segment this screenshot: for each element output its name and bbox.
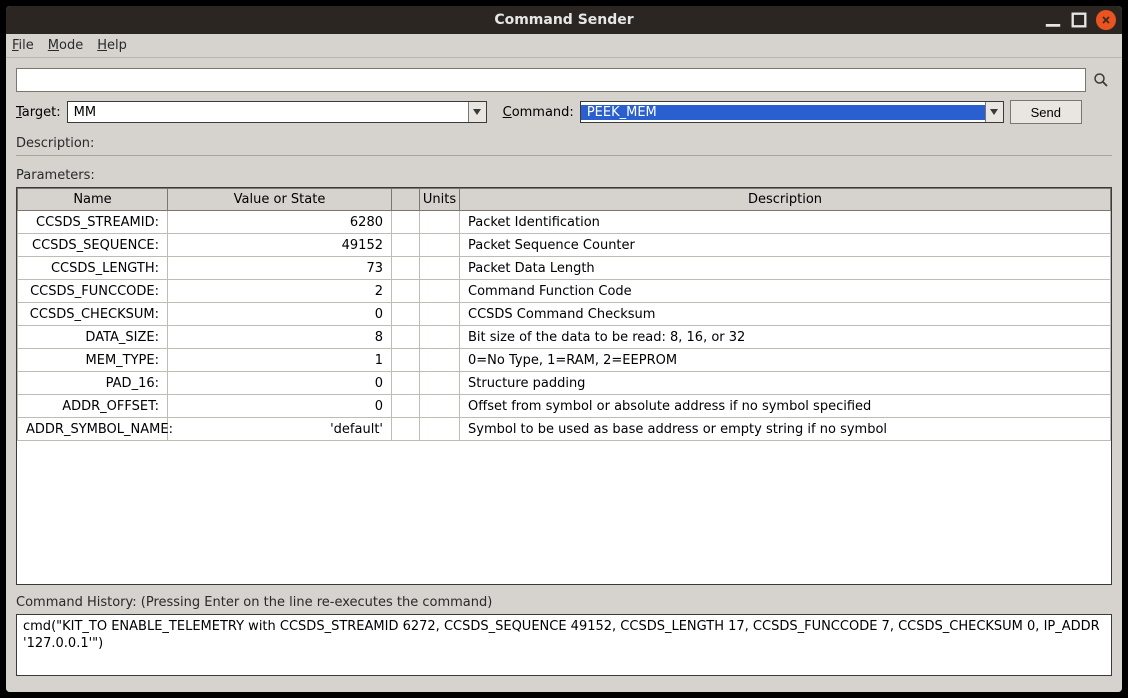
command-combo[interactable]: PEEK_MEM bbox=[580, 101, 1004, 123]
history-label: Command History: (Pressing Enter on the … bbox=[16, 593, 1112, 612]
param-desc: CCSDS Command Checksum bbox=[460, 303, 1111, 326]
param-units bbox=[420, 349, 460, 372]
param-name: ADDR_SYMBOL_NAME: bbox=[18, 418, 168, 441]
search-row bbox=[16, 68, 1112, 92]
param-value[interactable]: 2 bbox=[168, 280, 392, 303]
description-label: Description: bbox=[16, 134, 1112, 153]
param-desc: 0=No Type, 1=RAM, 2=EEPROM bbox=[460, 349, 1111, 372]
param-units bbox=[420, 280, 460, 303]
param-units bbox=[420, 326, 460, 349]
table-empty-area bbox=[17, 441, 1111, 584]
param-desc: Offset from symbol or absolute address i… bbox=[460, 395, 1111, 418]
table-row: PAD_16:0 Structure padding bbox=[18, 372, 1111, 395]
table-row: ADDR_OFFSET:0 Offset from symbol or absol… bbox=[18, 395, 1111, 418]
maximize-button[interactable] bbox=[1070, 11, 1088, 29]
search-input[interactable] bbox=[16, 68, 1086, 92]
table-header-row: Name Value or State Units Description bbox=[18, 189, 1111, 211]
table-row: DATA_SIZE:8 Bit size of the data to be re… bbox=[18, 326, 1111, 349]
window-title: Command Sender bbox=[6, 12, 1122, 28]
param-value[interactable]: 73 bbox=[168, 257, 392, 280]
param-desc: Packet Data Length bbox=[460, 257, 1111, 280]
param-value[interactable]: 1 bbox=[168, 349, 392, 372]
param-gap bbox=[392, 303, 420, 326]
param-units bbox=[420, 418, 460, 441]
titlebar: Command Sender bbox=[6, 6, 1122, 34]
col-gap[interactable] bbox=[392, 189, 420, 211]
minimize-button[interactable] bbox=[1044, 11, 1062, 29]
param-name: DATA_SIZE: bbox=[18, 326, 168, 349]
target-label: Target: bbox=[16, 105, 61, 120]
menu-help[interactable]: Help bbox=[97, 38, 127, 53]
param-gap bbox=[392, 234, 420, 257]
param-name: CCSDS_FUNCCODE: bbox=[18, 280, 168, 303]
param-value[interactable]: 8 bbox=[168, 326, 392, 349]
param-desc: Bit size of the data to be read: 8, 16, … bbox=[460, 326, 1111, 349]
body: Target: MM Command: PEEK_MEM Send Descri… bbox=[6, 58, 1122, 692]
menubar: File Mode Help bbox=[6, 34, 1122, 58]
param-gap bbox=[392, 211, 420, 234]
chevron-down-icon bbox=[985, 102, 1003, 122]
parameters-label: Parameters: bbox=[16, 166, 1112, 185]
selector-row: Target: MM Command: PEEK_MEM Send bbox=[16, 100, 1112, 124]
param-name: CCSDS_STREAMID: bbox=[18, 211, 168, 234]
title-controls bbox=[1044, 10, 1116, 30]
param-gap bbox=[392, 280, 420, 303]
param-name: ADDR_OFFSET: bbox=[18, 395, 168, 418]
param-units bbox=[420, 211, 460, 234]
target-combo[interactable]: MM bbox=[67, 101, 487, 123]
table-row: CCSDS_LENGTH:73 Packet Data Length bbox=[18, 257, 1111, 280]
target-value: MM bbox=[68, 105, 468, 120]
param-desc: Symbol to be used as base address or emp… bbox=[460, 418, 1111, 441]
param-units bbox=[420, 257, 460, 280]
param-name: CCSDS_SEQUENCE: bbox=[18, 234, 168, 257]
param-value[interactable]: 6280 bbox=[168, 211, 392, 234]
param-value[interactable]: 0 bbox=[168, 303, 392, 326]
param-name: PAD_16: bbox=[18, 372, 168, 395]
table-row: MEM_TYPE:1 0=No Type, 1=RAM, 2=EEPROM bbox=[18, 349, 1111, 372]
table-row: CCSDS_SEQUENCE:49152 Packet Sequence Coun… bbox=[18, 234, 1111, 257]
param-gap bbox=[392, 326, 420, 349]
param-units bbox=[420, 395, 460, 418]
col-desc[interactable]: Description bbox=[460, 189, 1111, 211]
command-label: Command: bbox=[503, 105, 574, 120]
menu-mode[interactable]: Mode bbox=[48, 38, 83, 53]
param-gap bbox=[392, 257, 420, 280]
history-area: Command History: (Pressing Enter on the … bbox=[16, 593, 1112, 676]
table-row: CCSDS_STREAMID:6280 Packet Identification bbox=[18, 211, 1111, 234]
chevron-down-icon bbox=[468, 102, 486, 122]
param-value[interactable]: 0 bbox=[168, 372, 392, 395]
col-name[interactable]: Name bbox=[18, 189, 168, 211]
table-row: ADDR_SYMBOL_NAME:'default' Symbol to be u… bbox=[18, 418, 1111, 441]
param-gap bbox=[392, 418, 420, 441]
col-value[interactable]: Value or State bbox=[168, 189, 392, 211]
divider bbox=[16, 155, 1112, 156]
send-button[interactable]: Send bbox=[1010, 100, 1082, 124]
close-button[interactable] bbox=[1096, 10, 1116, 30]
col-units[interactable]: Units bbox=[420, 189, 460, 211]
param-value[interactable]: 49152 bbox=[168, 234, 392, 257]
param-gap bbox=[392, 349, 420, 372]
param-desc: Packet Identification bbox=[460, 211, 1111, 234]
param-value[interactable]: 'default' bbox=[168, 418, 392, 441]
param-units bbox=[420, 372, 460, 395]
param-gap bbox=[392, 395, 420, 418]
param-gap bbox=[392, 372, 420, 395]
table-row: CCSDS_FUNCCODE:2 Command Function Code bbox=[18, 280, 1111, 303]
param-name: CCSDS_LENGTH: bbox=[18, 257, 168, 280]
search-icon[interactable] bbox=[1090, 69, 1112, 91]
param-desc: Packet Sequence Counter bbox=[460, 234, 1111, 257]
command-value: PEEK_MEM bbox=[581, 105, 985, 120]
param-name: CCSDS_CHECKSUM: bbox=[18, 303, 168, 326]
param-desc: Command Function Code bbox=[460, 280, 1111, 303]
app-window: Command Sender File Mode Help bbox=[6, 6, 1122, 692]
param-name: MEM_TYPE: bbox=[18, 349, 168, 372]
history-textbox[interactable]: cmd("KIT_TO ENABLE_TELEMETRY with CCSDS_… bbox=[16, 614, 1112, 676]
param-units bbox=[420, 234, 460, 257]
menu-file[interactable]: File bbox=[12, 38, 34, 53]
table-row: CCSDS_CHECKSUM:0 CCSDS Command Checksum bbox=[18, 303, 1111, 326]
param-value[interactable]: 0 bbox=[168, 395, 392, 418]
param-desc: Structure padding bbox=[460, 372, 1111, 395]
parameters-table: Name Value or State Units Description CC… bbox=[16, 187, 1112, 585]
param-units bbox=[420, 303, 460, 326]
